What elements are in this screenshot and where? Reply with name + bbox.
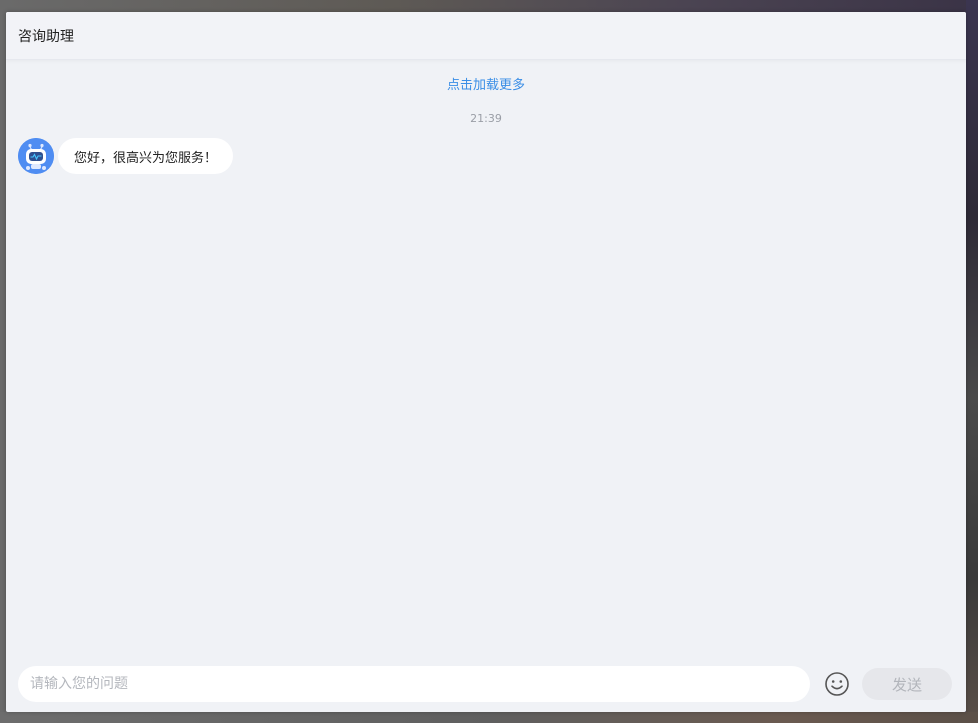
question-input[interactable] <box>18 666 810 702</box>
input-bar: 发送 <box>6 656 966 712</box>
robot-icon <box>18 138 54 174</box>
background-bottom <box>0 712 978 723</box>
header-title: 咨询助理 <box>18 28 74 45</box>
send-button[interactable]: 发送 <box>862 668 952 700</box>
chat-window: 咨询助理 点击加载更多 21:39 您好，很高兴为您服务！ 请输入您的问题 发送 <box>6 12 966 712</box>
message-timestamp: 21:39 <box>470 112 502 125</box>
load-more-link[interactable]: 点击加载更多 <box>6 74 966 93</box>
smiley-icon[interactable] <box>824 671 850 697</box>
message-list[interactable]: 点击加载更多 21:39 您好，很高兴为您服务！ <box>6 60 966 656</box>
background-right <box>966 0 978 723</box>
message-row: 您好，很高兴为您服务！ <box>18 138 234 174</box>
chat-header: 咨询助理 <box>6 12 966 60</box>
bot-message-bubble: 您好，很高兴为您服务！ <box>58 138 234 174</box>
